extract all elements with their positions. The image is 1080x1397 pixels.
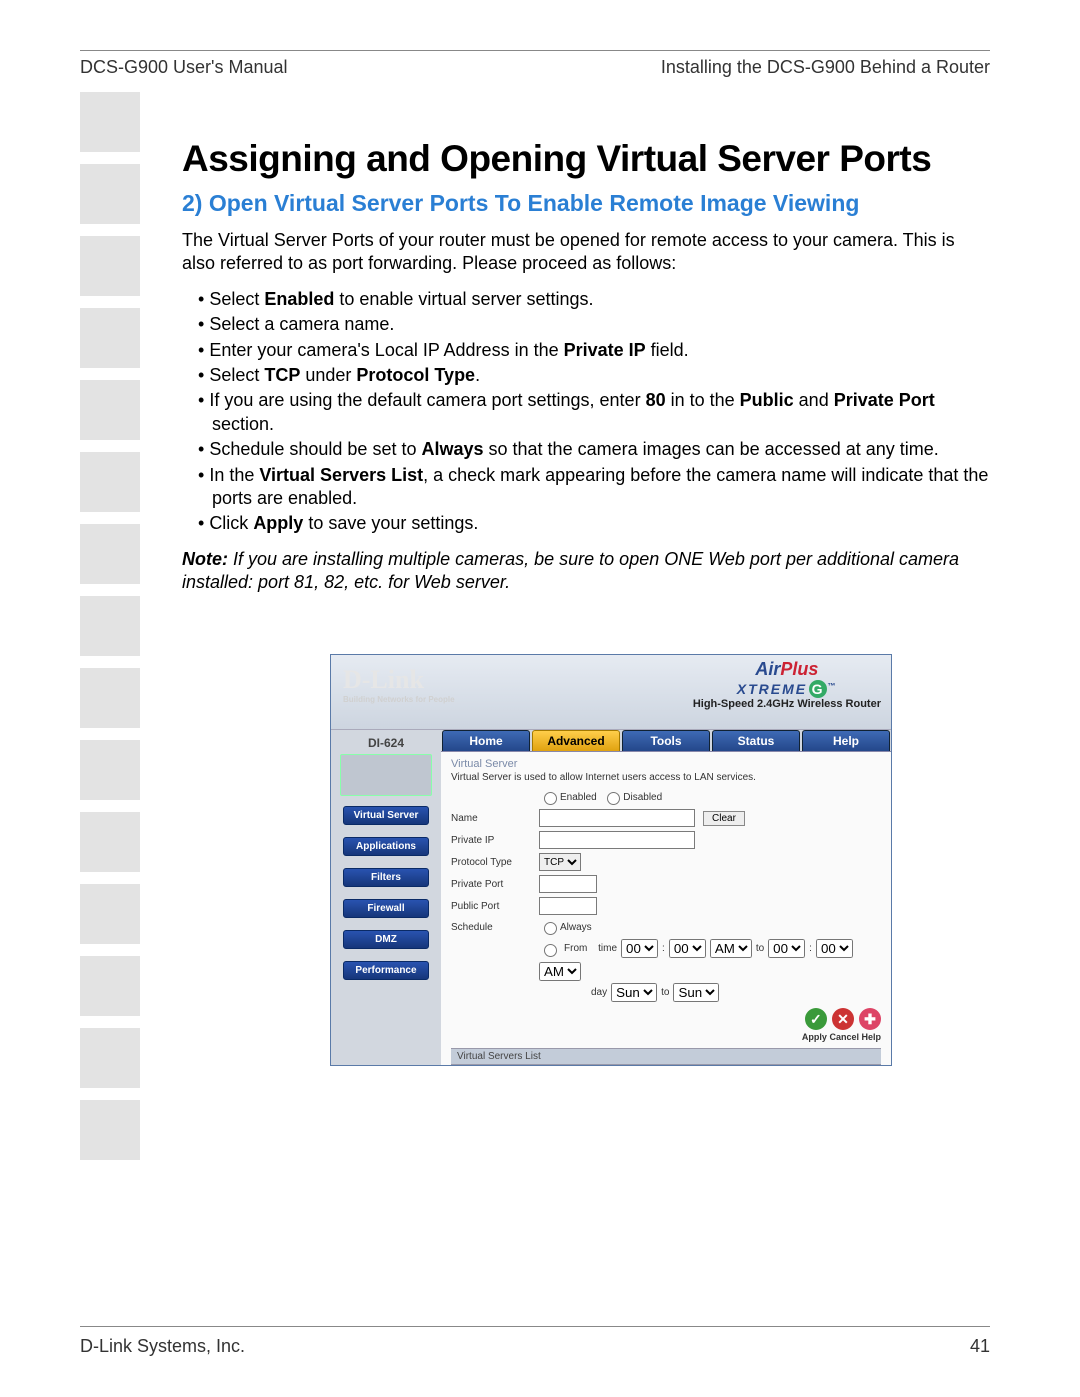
list-item: Select TCP under Protocol Type. [212,364,990,387]
list-item: Schedule should be set to Always so that… [212,438,990,461]
router-screenshot: D-Link Building Networks for People AirP… [330,654,892,1066]
public-port-input[interactable] [539,897,597,915]
clear-button[interactable]: Clear [703,811,745,826]
from-min[interactable]: 00 [669,939,706,958]
note-paragraph: Note: If you are installing multiple cam… [182,548,990,595]
help-icon[interactable]: ✚ [859,1008,881,1030]
private-port-input[interactable] [539,875,597,893]
page-title: Assigning and Opening Virtual Server Por… [182,138,990,180]
router-image [340,754,432,796]
product-brand: AirPlus XTREMEG™ High-Speed 2.4GHz Wirel… [693,659,881,710]
help-label: Help [861,1032,881,1042]
tab-help[interactable]: Help [802,730,890,751]
apply-label: Apply [802,1032,827,1042]
protocol-select[interactable]: TCP [539,853,581,871]
list-item: In the Virtual Servers List, a check mar… [212,464,990,511]
cancel-icon[interactable]: ✕ [832,1008,854,1030]
panel-description: Virtual Server is used to allow Internet… [451,772,881,783]
radio-always[interactable] [544,922,557,935]
side-btn-performance[interactable]: Performance [343,961,429,980]
panel-title: Virtual Server [451,758,881,770]
radio-disabled[interactable] [607,792,620,805]
to-ampm[interactable]: AM [539,962,581,981]
tab-tools[interactable]: Tools [622,730,710,751]
day-to[interactable]: Sun [673,983,719,1002]
vsl-columns: Name Private IP Protocol Schedule [451,1065,881,1066]
router-sidebar: DI-624 Virtual Server Applications Filte… [331,730,441,1066]
router-model: DI-624 [339,736,433,750]
day-from[interactable]: Sun [611,983,657,1002]
instruction-list: Select Enabled to enable virtual server … [182,288,990,536]
decorative-squares [80,92,140,1160]
radio-enabled[interactable] [544,792,557,805]
tab-home[interactable]: Home [442,730,530,751]
intro-paragraph: The Virtual Server Ports of your router … [182,229,990,276]
header-right: Installing the DCS-G900 Behind a Router [661,57,990,78]
to-hour[interactable]: 00 [768,939,805,958]
list-item: Select Enabled to enable virtual server … [212,288,990,311]
side-btn-filters[interactable]: Filters [343,868,429,887]
schedule-label: Schedule [451,922,539,933]
side-btn-virtual-server[interactable]: Virtual Server [343,806,429,825]
vsl-title: Virtual Servers List [451,1048,881,1065]
page-number: 41 [970,1336,990,1357]
side-btn-firewall[interactable]: Firewall [343,899,429,918]
footer-left: D-Link Systems, Inc. [80,1336,245,1357]
protocol-label: Protocol Type [451,857,539,868]
to-min[interactable]: 00 [816,939,853,958]
side-btn-dmz[interactable]: DMZ [343,930,429,949]
list-item: Select a camera name. [212,313,990,336]
cancel-label: Cancel [829,1032,859,1042]
list-item: If you are using the default camera port… [212,389,990,436]
tab-status[interactable]: Status [712,730,800,751]
dlink-logo: D-Link Building Networks for People [343,665,455,704]
list-item: Click Apply to save your settings. [212,512,990,535]
apply-icon[interactable]: ✓ [805,1008,827,1030]
side-btn-applications[interactable]: Applications [343,837,429,856]
public-port-label: Public Port [451,901,539,912]
radio-from[interactable] [544,944,557,957]
name-input[interactable] [539,809,695,827]
tab-advanced[interactable]: Advanced [532,730,620,751]
from-hour[interactable]: 00 [621,939,658,958]
private-port-label: Private Port [451,879,539,890]
list-item: Enter your camera's Local IP Address in … [212,339,990,362]
header-left: DCS-G900 User's Manual [80,57,288,78]
section-heading: 2) Open Virtual Server Ports To Enable R… [182,190,990,217]
name-label: Name [451,813,539,824]
private-ip-input[interactable] [539,831,695,849]
from-ampm[interactable]: AM [710,939,752,958]
private-ip-label: Private IP [451,835,539,846]
